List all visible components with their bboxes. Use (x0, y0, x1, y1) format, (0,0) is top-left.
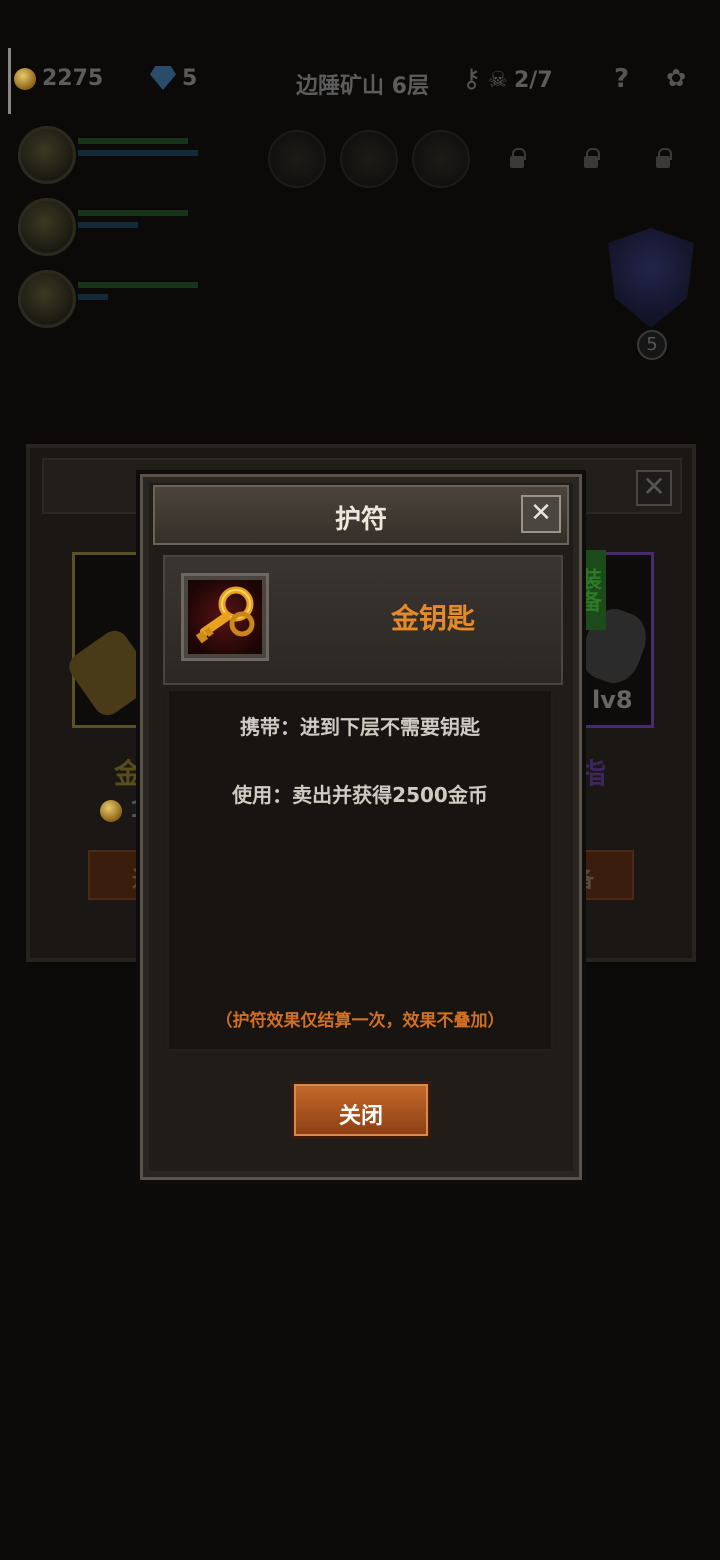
gold-coin-icon (100, 800, 122, 822)
location-label: 边陲矿山 6层 (296, 74, 429, 99)
lock-icon (656, 148, 672, 168)
effect-note-text: （护符效果仅结算一次，效果不叠加） (215, 1011, 505, 1031)
skull-count: 2/7 (514, 68, 553, 93)
close-icon[interactable]: ✕ (521, 495, 561, 533)
lock-icon (510, 148, 526, 168)
shop-close-button[interactable]: ✕ (636, 470, 672, 506)
shop-item-cost: 1 (100, 798, 145, 823)
use-effect-text: 使用：卖出并获得2500金币 (232, 783, 488, 807)
hp-bar (78, 282, 198, 288)
close-button[interactable]: 关闭 (291, 1081, 431, 1139)
hero-row-1[interactable] (18, 126, 218, 188)
key-icon: ⚷ (462, 64, 482, 94)
hud-divider (8, 48, 11, 114)
gem-icon (150, 66, 176, 90)
mp-bar (78, 150, 198, 156)
hero-row-3[interactable] (18, 270, 218, 332)
hp-bar (78, 138, 188, 144)
modal-header: 护符 (153, 485, 569, 545)
gold-amount: 2275 (42, 66, 104, 91)
equip-slot[interactable] (340, 130, 398, 188)
hero-row-2[interactable] (18, 198, 218, 260)
lock-icon (584, 148, 600, 168)
shop-item-name: 指 (578, 757, 607, 790)
mp-bar (78, 222, 138, 228)
modal-title: 护符 (334, 505, 387, 535)
mp-bar (78, 294, 108, 300)
item-icon-frame (181, 573, 269, 661)
equip-slot[interactable] (268, 130, 326, 188)
skull-icon: ☠ (488, 68, 508, 93)
item-name: 金钥匙 (390, 602, 475, 635)
shop-item-name: 金 (114, 757, 143, 790)
hero-portrait (18, 198, 76, 256)
item-header-panel: 金钥匙 (163, 555, 563, 685)
carry-effect-text: 携带：进到下层不需要钥匙 (240, 715, 480, 739)
settings-icon[interactable]: ✿ (666, 64, 686, 92)
description-panel: 携带：进到下层不需要钥匙 使用：卖出并获得2500金币 （护符效果仅结算一次，效… (167, 689, 553, 1051)
level-badge: 5 (637, 330, 667, 360)
guild-emblem[interactable] (608, 228, 694, 328)
hp-bar (78, 210, 188, 216)
golden-key-icon (188, 580, 262, 654)
amulet-modal: 护符 ✕ 金钥匙 携带：进到下层不需要钥匙 使用：卖出并获得2500金币 （护符… (140, 474, 582, 1180)
close-button-label: 关闭 (338, 1104, 383, 1129)
equip-slot[interactable] (412, 130, 470, 188)
gem-amount: 5 (182, 66, 198, 91)
help-button[interactable]: ? (614, 64, 629, 94)
hero-portrait (18, 270, 76, 328)
item-level: lv8 (592, 686, 633, 714)
hero-portrait (18, 126, 76, 184)
gold-coin-icon (14, 68, 36, 90)
